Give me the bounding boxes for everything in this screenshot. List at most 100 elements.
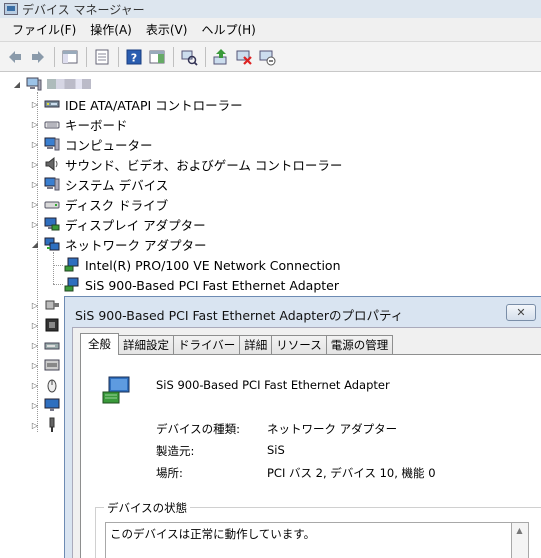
tree-item-label: Intel(R) PRO/100 VE Network Connection <box>85 257 341 273</box>
tree-item-computer[interactable]: ▷ コンピューター <box>30 134 153 154</box>
tree-item-label: ネットワーク アダプター <box>65 237 207 253</box>
toolbar-separator <box>54 46 55 67</box>
tab-strip: 全般 詳細設定 ドライバー 詳細 リソース 電源の管理 <box>80 333 394 355</box>
tree-item-label: SiS 900-Based PCI Fast Ethernet Adapter <box>85 277 340 293</box>
expand-icon[interactable]: ▷ <box>30 300 40 310</box>
tree-item-sound[interactable]: ▷ サウンド、ビデオ、およびゲーム コントローラー <box>30 154 342 174</box>
device-type-label: デバイスの種類: <box>156 422 241 436</box>
tree-item-usb-controllers[interactable]: ▷ <box>30 355 65 375</box>
collapse-icon[interactable]: ◢ <box>30 239 40 249</box>
tab-driver[interactable]: ドライバー <box>173 335 241 355</box>
device-name: SiS 900-Based PCI Fast Ethernet Adapter <box>156 378 390 392</box>
tree-connector <box>53 265 63 266</box>
tab-resources[interactable]: リソース <box>271 335 327 355</box>
device-type-value: ネットワーク アダプター <box>267 422 398 436</box>
tree-item-keyboard[interactable]: ▷ キーボード <box>30 114 128 134</box>
manufacturer-label: 製造元: <box>156 444 195 458</box>
scan-hardware-icon[interactable] <box>178 46 200 68</box>
disk-drive-icon <box>44 196 60 212</box>
expand-icon[interactable]: ▷ <box>30 420 40 430</box>
keyboard-icon <box>44 116 60 132</box>
tab-general[interactable]: 全般 <box>80 333 119 355</box>
tree-item-system-devices[interactable]: ▷ システム デバイス <box>30 174 168 194</box>
tree-item-usb[interactable]: ▷ <box>30 415 65 435</box>
usb-controller-icon <box>44 357 60 373</box>
tree-item-label: ディスプレイ アダプター <box>65 217 206 233</box>
menu-file[interactable]: ファイル(F) <box>5 19 83 41</box>
properties-icon[interactable] <box>91 46 113 68</box>
tree-item-network-adapters[interactable]: ◢ ネットワーク アダプター <box>30 234 206 254</box>
menu-bar: ファイル(F) 操作(A) 表示(V) ヘルプ(H) <box>0 18 541 42</box>
toolbar-separator <box>86 46 87 67</box>
tree-item-label: コンピューター <box>65 137 153 153</box>
back-icon[interactable] <box>4 46 26 68</box>
location-label: 場所: <box>156 466 183 480</box>
close-button[interactable]: ✕ <box>506 304 536 321</box>
tree-item-storage-controllers[interactable]: ▷ <box>30 335 65 355</box>
window-titlebar: デバイス マネージャー <box>0 0 541 18</box>
tree-item-processors[interactable]: ▷ <box>30 315 65 335</box>
expand-icon[interactable]: ▷ <box>30 219 40 229</box>
tree-item-display-adapters[interactable]: ▷ ディスプレイ アダプター <box>30 214 206 234</box>
menu-help[interactable]: ヘルプ(H) <box>194 19 262 41</box>
tree-item-sis-network[interactable]: SiS 900-Based PCI Fast Ethernet Adapter <box>64 275 339 295</box>
device-status-textbox[interactable]: このデバイスは正常に動作しています。 <box>105 522 512 558</box>
tree-item-label: サウンド、ビデオ、およびゲーム コントローラー <box>65 157 343 173</box>
expand-icon[interactable]: ▷ <box>30 139 40 149</box>
expand-icon[interactable]: ▷ <box>30 320 40 330</box>
expand-icon[interactable]: ▷ <box>30 179 40 189</box>
tree-root[interactable]: ◢ <box>12 74 91 94</box>
port-icon <box>44 297 60 313</box>
tree-item-intel-network[interactable]: Intel(R) PRO/100 VE Network Connection <box>64 255 341 275</box>
expand-icon[interactable]: ▷ <box>30 159 40 169</box>
tree-item-monitors[interactable]: ▷ <box>30 395 65 415</box>
computer-icon <box>26 76 42 92</box>
show-hide-tree-icon[interactable] <box>59 46 81 68</box>
tree-item-label: システム デバイス <box>65 177 169 193</box>
monitor-icon <box>44 397 60 413</box>
expand-icon[interactable]: ▷ <box>30 199 40 209</box>
expand-icon[interactable]: ▷ <box>30 360 40 370</box>
dialog-body: 全般 詳細設定 ドライバー 詳細 リソース 電源の管理 SiS 900-Base… <box>72 327 541 558</box>
expand-icon[interactable]: ▷ <box>30 380 40 390</box>
dialog-title: SiS 900-Based PCI Fast Ethernet Adapterの… <box>75 308 404 323</box>
scroll-up-icon[interactable]: ▲ <box>512 523 527 538</box>
tab-power-management[interactable]: 電源の管理 <box>325 335 394 355</box>
tree-item-disk-drives[interactable]: ▷ ディスク ドライブ <box>30 194 168 214</box>
forward-icon[interactable] <box>27 46 49 68</box>
uninstall-icon[interactable] <box>233 46 255 68</box>
expand-icon[interactable]: ▷ <box>30 340 40 350</box>
computer-icon <box>44 136 60 152</box>
expand-icon[interactable]: ▷ <box>30 99 40 109</box>
help-icon[interactable]: ? <box>123 46 145 68</box>
expand-icon[interactable]: ▷ <box>30 119 40 129</box>
window-title: デバイス マネージャー <box>22 2 145 17</box>
status-scrollbar[interactable]: ▲ <box>512 522 529 558</box>
ide-controller-icon <box>44 96 60 112</box>
computer-name-redacted <box>47 79 91 89</box>
system-device-icon <box>44 176 60 192</box>
expand-icon[interactable]: ▷ <box>30 400 40 410</box>
network-adapter-icon <box>44 236 60 252</box>
device-status-legend: デバイスの状態 <box>104 500 191 516</box>
tree-item-mice[interactable]: ▷ <box>30 375 65 395</box>
collapse-icon[interactable]: ◢ <box>12 79 22 89</box>
tab-advanced[interactable]: 詳細設定 <box>118 335 174 355</box>
device-manager-app-icon <box>4 3 18 15</box>
tab-details[interactable]: 詳細 <box>239 335 273 355</box>
tab-panel-general: SiS 900-Based PCI Fast Ethernet Adapter … <box>80 354 541 558</box>
tree-item-ide-controller[interactable]: ▷ IDE ATA/ATAPI コントローラー <box>30 94 243 114</box>
action-pane-icon[interactable] <box>146 46 168 68</box>
svg-text:?: ? <box>131 51 137 64</box>
tree-item-ports[interactable]: ▷ <box>30 295 65 315</box>
processor-icon <box>44 317 60 333</box>
menu-action[interactable]: 操作(A) <box>83 19 139 41</box>
toolbar-separator <box>118 46 119 67</box>
menu-view[interactable]: 表示(V) <box>139 19 195 41</box>
update-driver-icon[interactable] <box>210 46 232 68</box>
device-status-group: デバイスの状態 このデバイスは正常に動作しています。 ▲ <box>95 500 541 558</box>
disable-icon[interactable] <box>256 46 278 68</box>
tree-item-label: ディスク ドライブ <box>65 197 169 213</box>
manufacturer-value: SiS <box>267 443 285 457</box>
network-card-icon <box>64 277 80 293</box>
